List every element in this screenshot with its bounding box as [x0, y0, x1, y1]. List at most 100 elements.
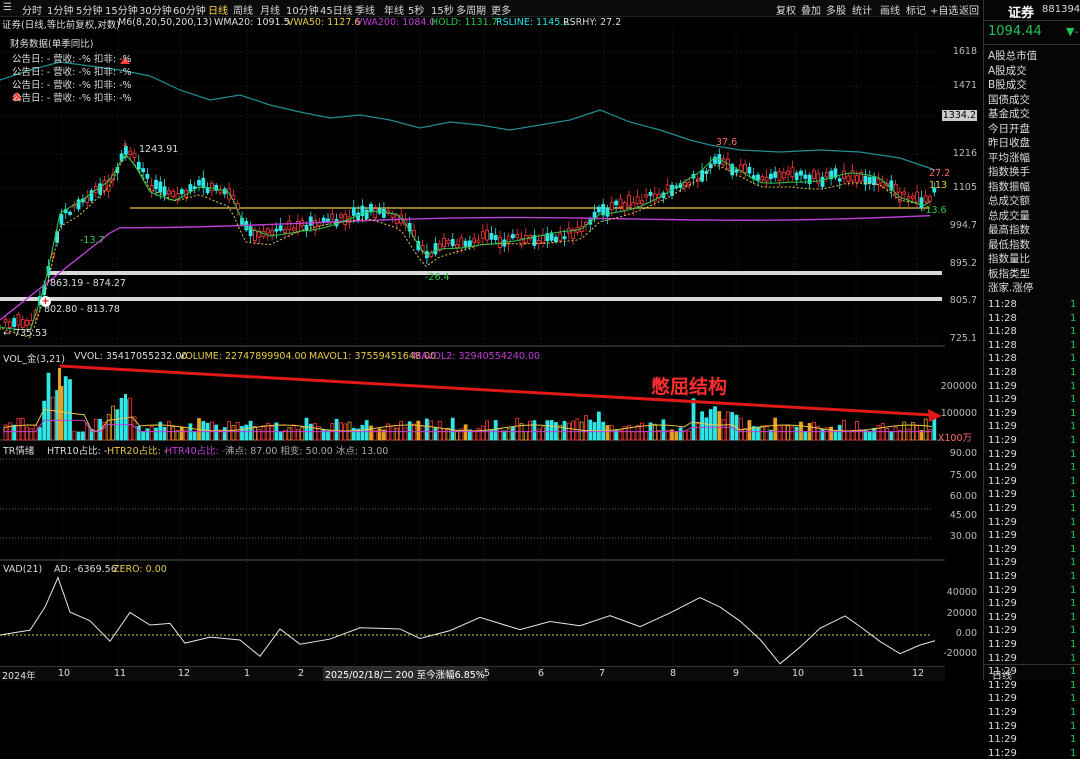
- candle-body: [614, 200, 618, 206]
- candle-body: [837, 178, 842, 182]
- period-tab[interactable]: 60分钟: [173, 2, 206, 17]
- candle-body: [906, 196, 911, 200]
- tick-direction-glyph: 1: [1070, 448, 1077, 460]
- volume-bar: [214, 424, 219, 441]
- tick-time: 11:29: [988, 475, 1017, 487]
- tick-time: 11:28: [988, 326, 1017, 338]
- period-tab[interactable]: 15秒: [431, 2, 454, 17]
- candle-body: [154, 179, 158, 190]
- volume-bar: [124, 394, 127, 440]
- candle-body: [605, 207, 610, 217]
- toolbar-action[interactable]: 返回: [959, 2, 979, 17]
- toolbar-action[interactable]: +自选: [930, 2, 958, 17]
- candle-body: [640, 200, 644, 204]
- volume-bar: [700, 411, 704, 441]
- candle-body: [618, 198, 623, 208]
- volume-bar: [678, 427, 683, 441]
- volume-bar: [463, 424, 468, 441]
- period-tab[interactable]: 日线: [208, 2, 228, 17]
- tick-time: 11:29: [988, 584, 1017, 596]
- tick-time: 11:29: [988, 489, 1017, 501]
- vad-tick: 20000: [946, 608, 977, 619]
- period-tab[interactable]: 45日线: [320, 2, 353, 17]
- candle-body: [803, 174, 808, 179]
- volume-bar: [403, 427, 408, 441]
- volume-bar: [579, 421, 584, 441]
- tick-direction-glyph: 1: [1070, 747, 1077, 759]
- toolbar-action[interactable]: 标记: [906, 2, 926, 17]
- quote-field: 国债成交: [988, 93, 1030, 106]
- menu-icon[interactable]: ☰: [3, 2, 12, 13]
- period-tab[interactable]: 30分钟: [139, 2, 172, 17]
- volume-bar: [545, 420, 550, 441]
- candle-body: [390, 213, 395, 218]
- period-tab[interactable]: 月线: [260, 2, 280, 17]
- volume-bar: [721, 419, 726, 441]
- quote-field: 今日开盘: [988, 122, 1030, 135]
- toolbar-action[interactable]: 多股: [826, 2, 846, 17]
- volume-bar: [889, 431, 894, 441]
- period-tab[interactable]: 1分钟: [47, 2, 73, 17]
- price-tick: 725.1: [949, 333, 977, 344]
- tick-direction-glyph: 1: [1070, 652, 1077, 664]
- candle-body: [3, 318, 8, 323]
- toolbar-action[interactable]: 统计: [852, 2, 872, 17]
- period-tab[interactable]: 多周期: [456, 2, 486, 17]
- tr-levels: 沸点: 87.00 相变: 50.00 冰点: 13.00: [225, 446, 389, 457]
- period-tab[interactable]: 5分钟: [76, 2, 102, 17]
- tick-time: 11:28: [988, 353, 1017, 365]
- price-tick: 1618: [952, 46, 977, 57]
- volume-bar: [166, 421, 171, 441]
- candle-body: [467, 240, 472, 248]
- volume-bar: [773, 417, 778, 441]
- period-tab[interactable]: 周线: [233, 2, 253, 17]
- candle-body: [287, 220, 292, 230]
- candle-body: [485, 229, 490, 241]
- volume-bar: [820, 428, 825, 441]
- tick-direction-glyph: 1: [1070, 299, 1077, 310]
- volume-bar: [588, 419, 593, 441]
- candle-body: [197, 180, 201, 186]
- period-tab[interactable]: 更多: [491, 2, 511, 17]
- period-tab[interactable]: 季线: [355, 2, 375, 17]
- volume-bar: [493, 420, 498, 441]
- volume-bar: [906, 428, 911, 441]
- volume-bar: [106, 413, 111, 441]
- candle-body: [188, 184, 193, 192]
- period-tab[interactable]: 年线: [384, 2, 404, 17]
- candle-body: [455, 244, 459, 249]
- candle-body: [855, 175, 859, 184]
- tick-time: 11:29: [988, 747, 1017, 759]
- tick-time: 11:29: [988, 503, 1017, 514]
- period-tab[interactable]: 10分钟: [286, 2, 319, 17]
- volume-bar: [407, 421, 412, 441]
- toolbar-action[interactable]: 复权: [776, 2, 796, 17]
- toolbar-action[interactable]: 画线: [880, 2, 900, 17]
- date-tick: 6: [538, 668, 545, 679]
- volume-bar: [893, 426, 898, 441]
- buy-signal-icon[interactable]: +: [40, 296, 51, 307]
- volume-legend: VOLUME: 22747899904.00: [179, 351, 307, 362]
- candle-body: [141, 168, 146, 173]
- tick-direction-glyph: 1: [1070, 367, 1077, 378]
- candle-body: [773, 171, 778, 178]
- candle-body: [743, 163, 747, 173]
- right-label: -13.6: [922, 205, 947, 216]
- volume-bar: [846, 430, 851, 441]
- candle-body: [450, 239, 455, 247]
- tick-direction-glyph: 1: [1070, 543, 1077, 555]
- volume-bar: [498, 428, 502, 441]
- period-tab[interactable]: 5秒: [408, 2, 424, 17]
- period-tab[interactable]: 分时: [22, 2, 42, 17]
- candle-body: [764, 176, 769, 182]
- candle-body: [777, 171, 782, 182]
- volume-bar: [244, 424, 249, 441]
- volume-bar: [68, 379, 72, 441]
- tick-direction-glyph: 1: [1070, 625, 1077, 637]
- volume-bars: [3, 364, 942, 441]
- volume-bar: [528, 420, 532, 441]
- period-tab[interactable]: 15分钟: [105, 2, 138, 17]
- quote-field: 平均涨幅: [988, 151, 1030, 164]
- toolbar-action[interactable]: 叠加: [801, 2, 821, 17]
- volume-bar: [446, 427, 451, 441]
